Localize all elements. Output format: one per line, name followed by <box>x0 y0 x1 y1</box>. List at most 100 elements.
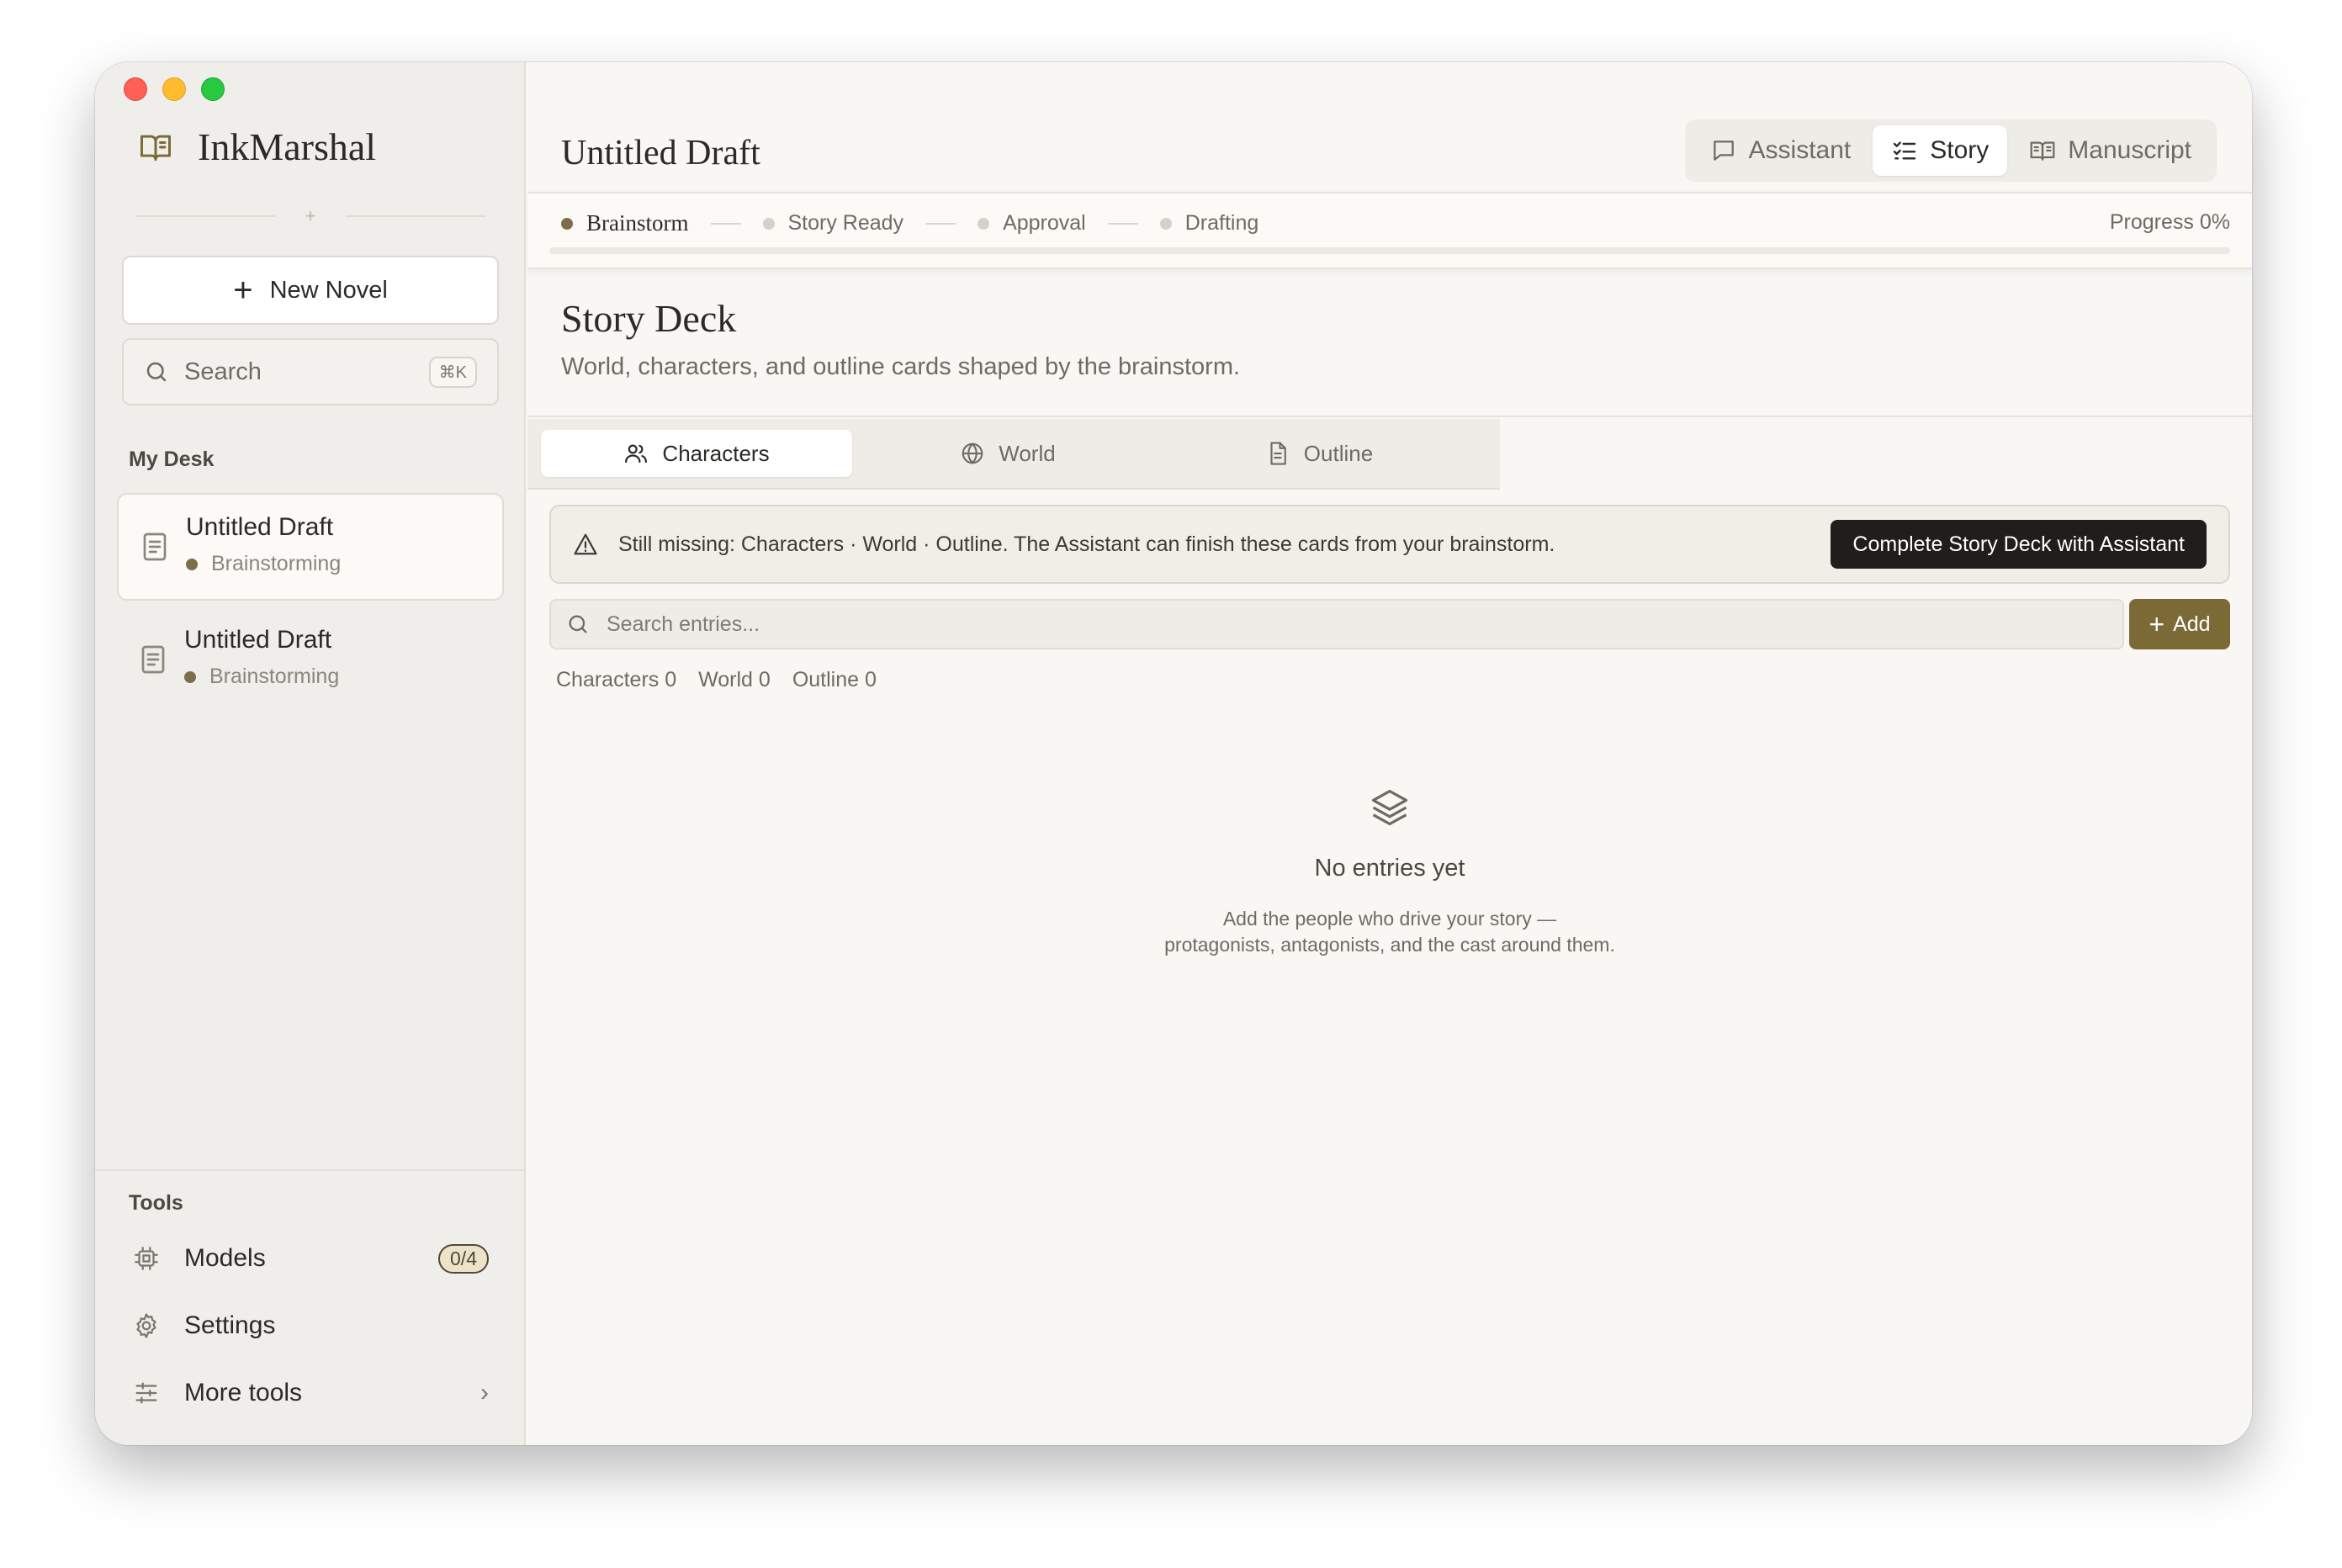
globe-icon <box>962 442 983 464</box>
sidebar-search[interactable]: Search ⌘K <box>122 338 499 405</box>
more-tools-label: More tools <box>184 1379 303 1406</box>
models-tool[interactable]: Models 0/4 <box>132 1235 489 1282</box>
tab-assistant[interactable]: Assistant <box>1692 125 1870 176</box>
minimize-window-button[interactable] <box>162 77 186 101</box>
page-title: Untitled Draft <box>561 134 760 172</box>
app-window: InkMarshal + + New Novel Search ⌘K My De… <box>95 62 2252 1445</box>
warning-icon <box>574 533 597 555</box>
document-status: Brainstorming <box>186 552 502 576</box>
step-label: Approval <box>1003 211 1086 235</box>
section-title: Story Deck <box>561 297 737 340</box>
add-label: Add <box>2173 612 2211 636</box>
tab-manuscript[interactable]: Manuscript <box>2011 125 2210 176</box>
count-outline: Outline 0 <box>792 668 877 691</box>
gear-icon <box>136 1313 156 1338</box>
pipeline-steps: Brainstorm Story Ready Approval Drafting <box>561 210 1258 236</box>
tab-assistant-label: Assistant <box>1748 136 1852 164</box>
document-status-label: Brainstorming <box>211 552 342 575</box>
chevron-right-icon: › <box>480 1379 489 1406</box>
sidebar-divider: + <box>135 205 486 227</box>
tools-label: Tools <box>129 1191 183 1215</box>
sliders-icon <box>135 1382 157 1404</box>
empty-line-2: protagonists, antagonists, and the cast … <box>1164 934 1615 956</box>
status-dot <box>184 670 196 683</box>
empty-line-1: Add the people who drive your story — <box>1222 908 1557 930</box>
sidebar: InkMarshal + + New Novel Search ⌘K My De… <box>95 62 526 1445</box>
entries-search-input[interactable]: Search entries... <box>549 599 2124 649</box>
mode-switcher: Assistant Story Manuscript <box>1684 119 2217 182</box>
checklist-icon <box>1894 141 1916 160</box>
more-tools[interactable]: More tools › <box>132 1369 489 1417</box>
my-desk-label: My Desk <box>129 448 215 471</box>
entry-counts: Characters 0 World 0 Outline 0 <box>556 668 877 692</box>
sparkle-icon: + <box>305 205 316 226</box>
section-subtitle: World, characters, and outline cards sha… <box>561 353 1241 380</box>
tab-characters[interactable]: Characters <box>541 430 852 477</box>
document-item[interactable]: Untitled Draft Brainstorming <box>117 493 504 601</box>
header: Untitled Draft Assistant Story Manuscrip… <box>527 62 2252 192</box>
chip-icon <box>135 1247 158 1270</box>
document-title: Untitled Draft <box>186 513 334 541</box>
tab-world-label: World <box>999 440 1056 466</box>
complete-deck-button[interactable]: Complete Story Deck with Assistant <box>1831 520 2207 569</box>
tab-outline-label: Outline <box>1303 440 1374 466</box>
entries-search-placeholder: Search entries... <box>607 612 760 636</box>
progress-bar <box>549 247 2230 254</box>
step-label: Story Ready <box>787 211 904 235</box>
app-name: InkMarshal <box>198 125 377 168</box>
window-controls <box>124 77 225 101</box>
empty-state: No entries yet Add the people who drive … <box>527 786 2252 958</box>
empty-description: Add the people who drive your story — pr… <box>1121 906 1659 958</box>
deck-tabs: Characters World Outline <box>527 419 1500 490</box>
open-book-icon <box>140 135 171 161</box>
main-panel: Untitled Draft Assistant Story Manuscrip… <box>527 62 2252 1445</box>
models-label: Models <box>184 1244 266 1272</box>
step-label: Drafting <box>1184 211 1259 235</box>
plus-icon: + <box>2149 609 2165 639</box>
status-dot <box>186 558 198 570</box>
empty-title: No entries yet <box>1314 855 1465 882</box>
count-characters: Characters 0 <box>556 668 677 691</box>
notice-text: Still missing: Characters · World · Outl… <box>618 532 1555 556</box>
plus-icon: + <box>233 272 253 309</box>
search-shortcut: ⌘K <box>428 356 477 388</box>
tab-manuscript-label: Manuscript <box>2068 136 2191 164</box>
new-novel-label: New Novel <box>269 276 388 304</box>
zoom-window-button[interactable] <box>201 77 225 101</box>
app-brand: InkMarshal <box>137 124 376 169</box>
document-status-label: Brainstorming <box>209 665 340 688</box>
missing-cards-notice: Still missing: Characters · World · Outl… <box>549 505 2230 584</box>
step-drafting: Drafting <box>1159 211 1259 236</box>
tab-characters-label: Characters <box>662 440 770 466</box>
settings-label: Settings <box>184 1311 276 1339</box>
search-placeholder: Search <box>184 358 262 385</box>
layers-icon <box>1371 789 1408 826</box>
document-icon <box>143 532 167 561</box>
pipeline-progress: Brainstorm Story Ready Approval Drafting… <box>527 192 2252 269</box>
new-novel-button[interactable]: + New Novel <box>122 256 499 325</box>
document-item[interactable]: Untitled Draft Brainstorming <box>117 607 504 715</box>
users-icon <box>625 444 648 464</box>
close-window-button[interactable] <box>124 77 147 101</box>
document-icon <box>1270 442 1286 465</box>
tab-outline[interactable]: Outline <box>1163 430 1475 477</box>
tab-story[interactable]: Story <box>1873 125 2008 176</box>
tab-world[interactable]: World <box>852 430 1163 477</box>
models-count-badge: 0/4 <box>438 1243 489 1274</box>
settings-tool[interactable]: Settings <box>132 1302 489 1349</box>
document-title: Untitled Draft <box>184 626 332 654</box>
document-icon <box>141 645 165 674</box>
count-world: World 0 <box>698 668 771 691</box>
book-icon <box>2030 141 2055 161</box>
step-brainstorm: Brainstorm <box>561 210 689 236</box>
tools-divider <box>95 1169 526 1171</box>
document-status: Brainstorming <box>184 665 504 689</box>
search-icon <box>569 615 587 633</box>
section-divider <box>527 416 2252 417</box>
add-entry-button[interactable]: + Add <box>2129 599 2230 649</box>
progress-label: Progress 0% <box>2109 210 2230 234</box>
step-label: Brainstorm <box>586 210 689 236</box>
step-story-ready: Story Ready <box>762 211 904 236</box>
step-approval: Approval <box>978 211 1086 236</box>
chat-icon <box>1713 140 1734 161</box>
